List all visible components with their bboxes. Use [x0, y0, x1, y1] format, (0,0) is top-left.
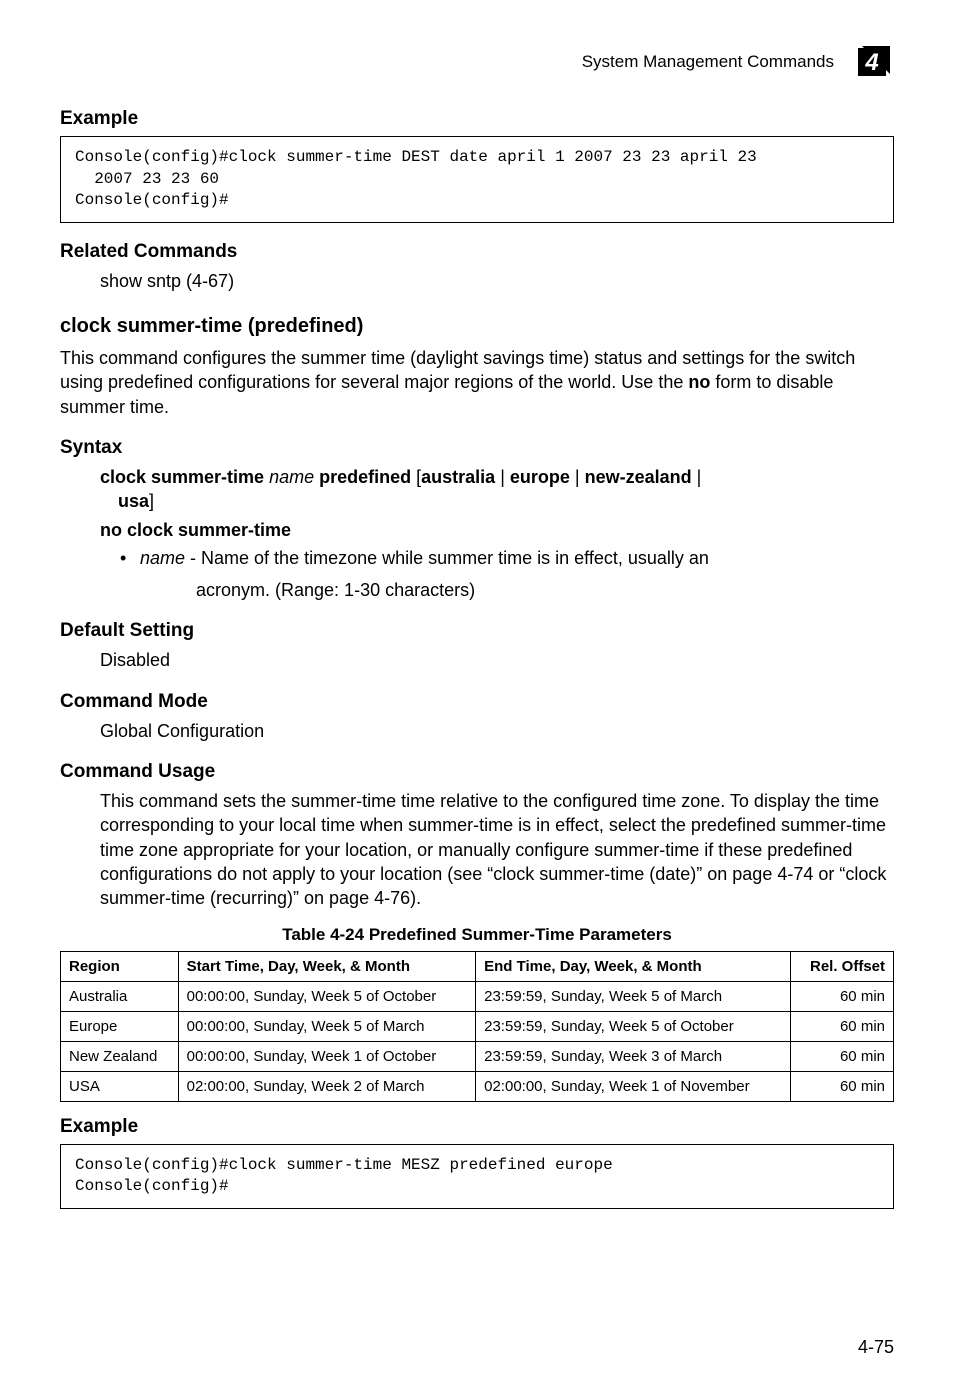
td-offset: 60 min: [791, 981, 894, 1011]
command-heading: clock summer-time (predefined): [60, 315, 894, 338]
syntax-newzealand: new-zealand: [585, 467, 692, 487]
syntax-line2: no clock summer-time: [100, 518, 894, 542]
related-commands-heading: Related Commands: [60, 241, 894, 263]
table-caption: Table 4-24 Predefined Summer-Time Parame…: [60, 925, 894, 945]
syntax-pipe2: |: [570, 467, 585, 487]
td-offset: 60 min: [791, 1041, 894, 1071]
table-header-row: Region Start Time, Day, Week, & Month En…: [61, 951, 894, 981]
page-number: 4-75: [858, 1337, 894, 1358]
command-usage-heading: Command Usage: [60, 761, 894, 783]
command-desc-no: no: [688, 372, 710, 392]
command-mode-text: Global Configuration: [100, 719, 894, 743]
syntax-pipe1: |: [495, 467, 510, 487]
th-end: End Time, Day, Week, & Month: [476, 951, 791, 981]
page-header: System Management Commands 4: [60, 40, 894, 84]
td-region: Australia: [61, 981, 179, 1011]
command-usage-text: This command sets the summer-time time r…: [100, 789, 894, 910]
command-mode-heading: Command Mode: [60, 691, 894, 713]
td-end: 02:00:00, Sunday, Week 1 of November: [476, 1071, 791, 1101]
syntax-bullet: •name - Name of the timezone while summe…: [120, 546, 894, 570]
td-end: 23:59:59, Sunday, Week 5 of March: [476, 981, 791, 1011]
td-start: 00:00:00, Sunday, Week 5 of October: [178, 981, 476, 1011]
table-row: Europe 00:00:00, Sunday, Week 5 of March…: [61, 1011, 894, 1041]
bullet-text-b: acronym. (Range: 1-30 characters): [120, 578, 894, 602]
default-setting-heading: Default Setting: [60, 620, 894, 642]
syntax-pipe3: |: [692, 467, 702, 487]
page-container: System Management Commands 4 Example Con…: [0, 0, 954, 1388]
syntax-bracket-close: ]: [149, 491, 154, 511]
syntax-europe: europe: [510, 467, 570, 487]
td-start: 00:00:00, Sunday, Week 1 of October: [178, 1041, 476, 1071]
syntax-heading: Syntax: [60, 437, 894, 459]
command-description: This command configures the summer time …: [60, 346, 894, 419]
chapter-number: 4: [864, 49, 878, 76]
example1-heading: Example: [60, 108, 894, 130]
td-end: 23:59:59, Sunday, Week 3 of March: [476, 1041, 791, 1071]
default-setting-text: Disabled: [100, 648, 894, 672]
syntax-usa: usa: [118, 491, 149, 511]
header-title: System Management Commands: [582, 52, 834, 72]
table-row: New Zealand 00:00:00, Sunday, Week 1 of …: [61, 1041, 894, 1071]
related-commands-text: show sntp (4-67): [100, 269, 894, 293]
td-offset: 60 min: [791, 1011, 894, 1041]
syntax-predefined: predefined: [314, 467, 416, 487]
bullet-name: name: [140, 548, 185, 568]
td-end: 23:59:59, Sunday, Week 5 of October: [476, 1011, 791, 1041]
syntax-name-var: name: [269, 467, 314, 487]
summer-time-table: Region Start Time, Day, Week, & Month En…: [60, 951, 894, 1102]
td-region: New Zealand: [61, 1041, 179, 1071]
td-start: 02:00:00, Sunday, Week 2 of March: [178, 1071, 476, 1101]
example2-code: Console(config)#clock summer-time MESZ p…: [60, 1144, 894, 1209]
syntax-australia: australia: [421, 467, 495, 487]
table-row: USA 02:00:00, Sunday, Week 2 of March 02…: [61, 1071, 894, 1101]
bullet-text-a: - Name of the timezone while summer time…: [185, 548, 709, 568]
td-region: USA: [61, 1071, 179, 1101]
th-region: Region: [61, 951, 179, 981]
td-offset: 60 min: [791, 1071, 894, 1101]
th-start: Start Time, Day, Week, & Month: [178, 951, 476, 981]
bullet-icon: •: [120, 546, 140, 570]
th-offset: Rel. Offset: [791, 951, 894, 981]
chapter-icon: 4: [850, 40, 894, 84]
example2-heading: Example: [60, 1116, 894, 1138]
syntax-cmd: clock summer-time: [100, 467, 269, 487]
table-row: Australia 00:00:00, Sunday, Week 5 of Oc…: [61, 981, 894, 1011]
td-region: Europe: [61, 1011, 179, 1041]
example1-code: Console(config)#clock summer-time DEST d…: [60, 136, 894, 223]
syntax-line1: clock summer-time name predefined [austr…: [100, 465, 894, 514]
td-start: 00:00:00, Sunday, Week 5 of March: [178, 1011, 476, 1041]
